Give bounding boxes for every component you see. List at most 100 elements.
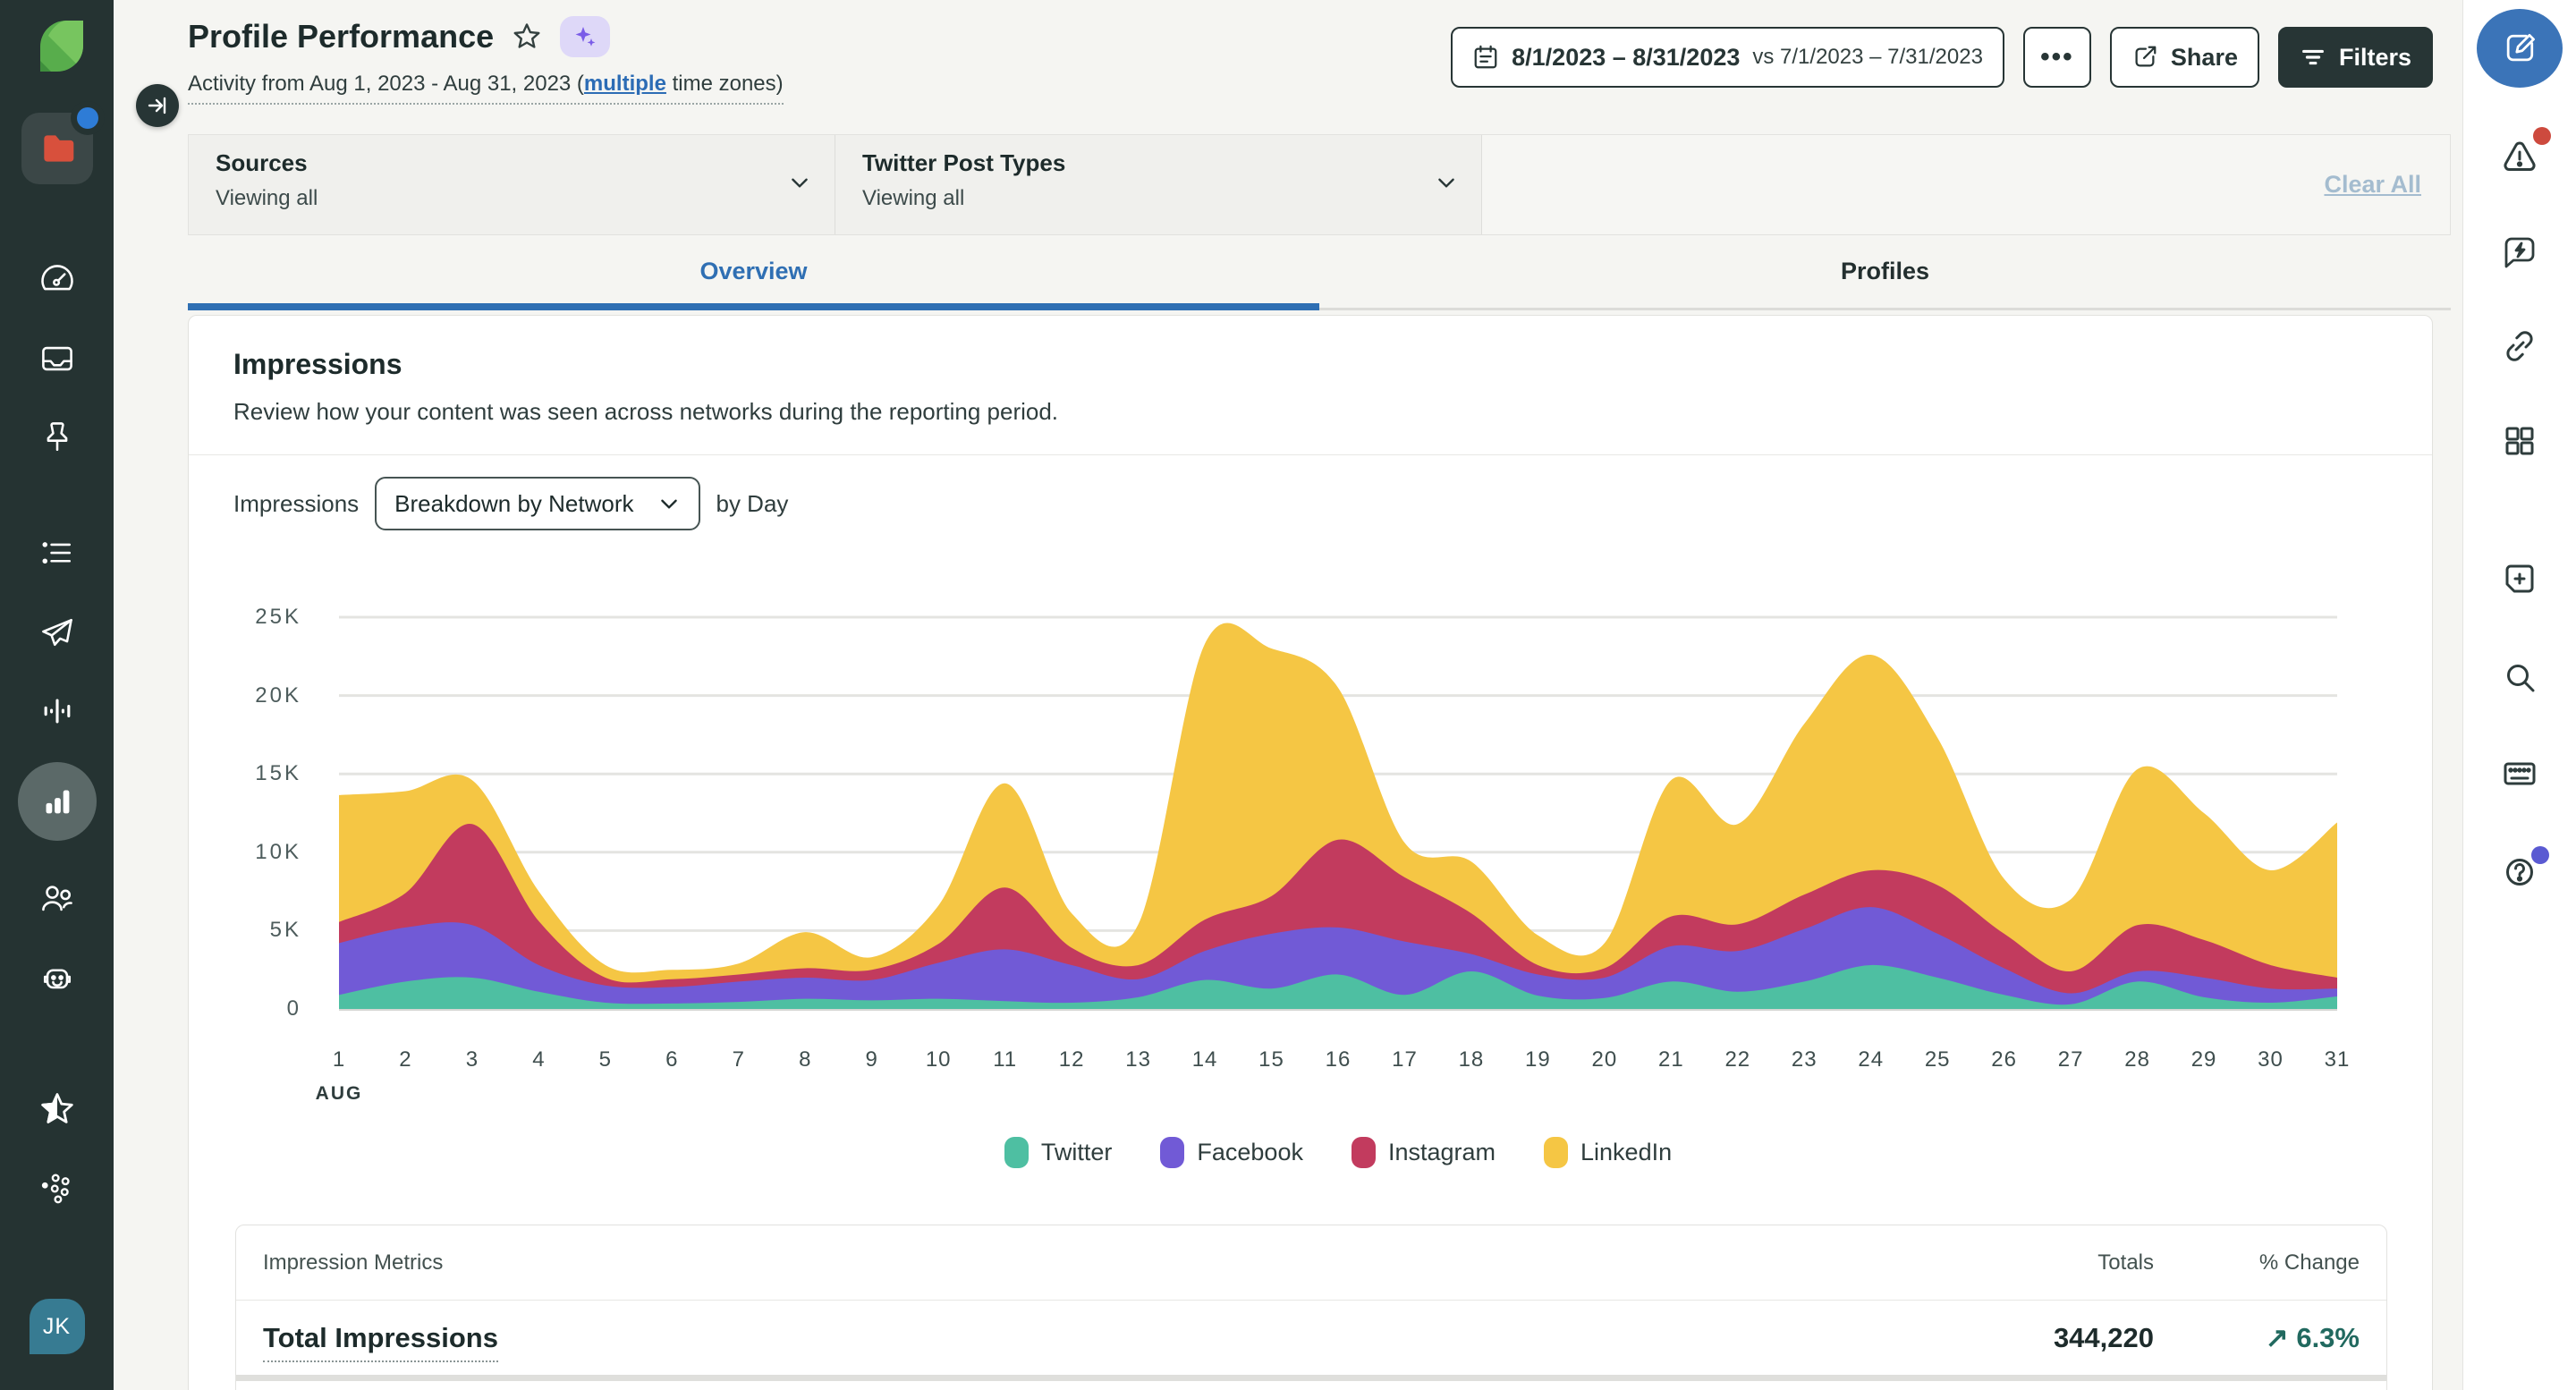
- compose-button[interactable]: [2477, 9, 2563, 88]
- breakdown-select[interactable]: Breakdown by Network: [375, 477, 699, 530]
- search-button[interactable]: [2497, 655, 2542, 699]
- x-tick-label: 25: [1911, 1047, 1964, 1072]
- paper-plane-icon[interactable]: [37, 612, 78, 653]
- sources-label: Sources: [216, 149, 835, 177]
- more-options-button[interactable]: •••: [2023, 27, 2091, 88]
- x-tick-label: 9: [845, 1047, 899, 1072]
- filters-button[interactable]: Filters: [2278, 27, 2433, 88]
- twitter-post-types-filter[interactable]: Twitter Post Types Viewing all: [835, 135, 1482, 234]
- legend-item-twitter[interactable]: Twitter: [1004, 1137, 1113, 1168]
- total-impressions-value: 344,220: [1993, 1322, 2154, 1354]
- date-range-button[interactable]: 8/1/2023 – 8/31/2023 vs 7/1/2023 – 7/31/…: [1451, 27, 2004, 88]
- x-tick-label: 28: [2111, 1047, 2165, 1072]
- favorite-star-icon[interactable]: [512, 21, 542, 52]
- sprout-leaf-logo[interactable]: [28, 16, 87, 75]
- sources-filter[interactable]: Sources Viewing all: [189, 135, 835, 234]
- note-add-button[interactable]: [2497, 558, 2542, 603]
- x-tick-label: 24: [1844, 1047, 1898, 1072]
- x-axis: 1234567891011121314151617181920212223242…: [339, 1047, 2337, 1083]
- y-tick-label: 15K: [212, 759, 301, 788]
- y-tick-label: 5K: [212, 916, 301, 945]
- expand-sidebar-button[interactable]: [136, 84, 179, 127]
- legend-swatch: [1352, 1137, 1376, 1168]
- impressions-title: Impressions: [233, 348, 402, 381]
- x-tick-label: 26: [1978, 1047, 2031, 1072]
- tab-overview[interactable]: Overview: [188, 235, 1319, 308]
- x-tick-label: 31: [2310, 1047, 2364, 1072]
- clear-all-link[interactable]: Clear All: [2324, 171, 2421, 199]
- x-tick-label: 18: [1445, 1047, 1498, 1072]
- bar-chart-icon-active[interactable]: [18, 762, 97, 841]
- x-tick-label: 29: [2177, 1047, 2231, 1072]
- waveform-icon[interactable]: [37, 691, 78, 732]
- help-button[interactable]: [2497, 850, 2542, 894]
- x-tick-label: 5: [579, 1047, 632, 1072]
- report-tabs: Overview Profiles: [188, 235, 2451, 310]
- dots-cluster-icon[interactable]: [37, 1167, 78, 1208]
- x-tick-label: 4: [512, 1047, 565, 1072]
- star-icon[interactable]: [37, 1089, 78, 1130]
- x-tick-label: 8: [778, 1047, 832, 1072]
- x-tick-label: 12: [1045, 1047, 1098, 1072]
- people-icon[interactable]: [37, 878, 78, 920]
- col-percent-change: % Change: [2154, 1250, 2360, 1276]
- impressions-card: Impressions Review how your content was …: [188, 315, 2433, 1390]
- x-tick-label: 17: [1377, 1047, 1431, 1072]
- chart-legend: Twitter Facebook Instagram LinkedIn: [339, 1137, 2337, 1168]
- x-tick-label: 23: [1777, 1047, 1831, 1072]
- share-button[interactable]: Share: [2110, 27, 2259, 88]
- keyboard-button[interactable]: [2497, 751, 2542, 796]
- ai-sparkle-icon[interactable]: [560, 16, 610, 57]
- list-icon[interactable]: [37, 533, 78, 574]
- notification-dot: [77, 107, 98, 129]
- x-tick-label: 13: [1112, 1047, 1165, 1072]
- alerts-button[interactable]: [2497, 134, 2542, 179]
- x-tick-label: 20: [1578, 1047, 1631, 1072]
- legend-item-linkedin[interactable]: LinkedIn: [1544, 1137, 1672, 1168]
- report-period-subtitle: Activity from Aug 1, 2023 - Aug 31, 2023…: [188, 72, 784, 105]
- grid-button[interactable]: [2497, 419, 2542, 463]
- help-badge: [2531, 846, 2549, 864]
- table-row: Total Impressions 344,220 ↗ 6.3%: [236, 1301, 2386, 1381]
- link-button[interactable]: [2497, 324, 2542, 369]
- avatar[interactable]: JK: [30, 1299, 85, 1354]
- table-header: Impression Metrics Totals % Change: [236, 1225, 2386, 1301]
- multiple-timezones-link[interactable]: multiple: [584, 72, 666, 96]
- robot-icon[interactable]: [37, 957, 78, 998]
- month-label: AUG: [312, 1083, 366, 1105]
- profile-performance-screen: JK: [0, 0, 2576, 1390]
- x-tick-label: 7: [712, 1047, 766, 1072]
- x-tick-label: 3: [445, 1047, 499, 1072]
- y-tick-label: 10K: [212, 838, 301, 867]
- legend-swatch: [1004, 1137, 1029, 1168]
- post-types-value: Viewing all: [862, 186, 1481, 211]
- feedback-button[interactable]: [2497, 229, 2542, 274]
- page-title: Profile Performance: [188, 18, 494, 55]
- legend-label: LinkedIn: [1580, 1139, 1672, 1166]
- x-tick-label: 2: [378, 1047, 432, 1072]
- x-tick-label: 30: [2244, 1047, 2298, 1072]
- tab-profiles[interactable]: Profiles: [1319, 235, 2451, 308]
- main-content: Profile Performance Activity from Aug 1,…: [114, 0, 2462, 1390]
- pin-icon[interactable]: [37, 417, 78, 458]
- col-totals: Totals: [1993, 1250, 2154, 1276]
- right-rail: [2462, 0, 2576, 1390]
- x-tick-label: 21: [1644, 1047, 1698, 1072]
- percent-change-value: ↗ 6.3%: [2154, 1322, 2360, 1354]
- left-sidebar: JK: [0, 0, 114, 1390]
- x-tick-label: 6: [645, 1047, 699, 1072]
- legend-label: Twitter: [1041, 1139, 1113, 1166]
- legend-swatch: [1160, 1137, 1184, 1168]
- speedometer-icon[interactable]: [37, 259, 78, 301]
- chevron-down-icon: [788, 171, 811, 199]
- impressions-chart[interactable]: [339, 591, 2337, 1038]
- legend-item-instagram[interactable]: Instagram: [1352, 1137, 1496, 1168]
- x-tick-label: 10: [911, 1047, 965, 1072]
- total-impressions-link[interactable]: Total Impressions: [263, 1322, 498, 1362]
- sources-value: Viewing all: [216, 186, 835, 211]
- x-tick-label: 14: [1178, 1047, 1232, 1072]
- inbox-icon[interactable]: [37, 338, 78, 379]
- legend-swatch: [1544, 1137, 1568, 1168]
- legend-item-facebook[interactable]: Facebook: [1160, 1137, 1303, 1168]
- granularity-label: by Day: [716, 490, 789, 518]
